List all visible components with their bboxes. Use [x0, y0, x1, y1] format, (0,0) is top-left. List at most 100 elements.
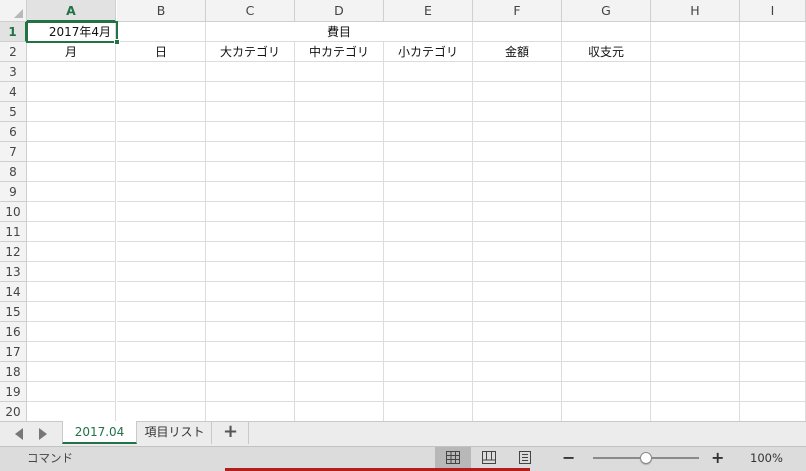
cell-d14[interactable]	[295, 282, 384, 302]
cell-c14[interactable]	[206, 282, 295, 302]
cell-f18[interactable]	[473, 362, 562, 382]
cell-c8[interactable]	[206, 162, 295, 182]
cell-c7[interactable]	[206, 142, 295, 162]
cell-b14[interactable]	[117, 282, 206, 302]
cell-d13[interactable]	[295, 262, 384, 282]
select-all-corner[interactable]	[0, 0, 27, 22]
row-header-8[interactable]: 8	[0, 162, 27, 182]
column-header-e[interactable]: E	[384, 0, 473, 22]
fill-handle[interactable]	[114, 39, 120, 45]
cell-a7[interactable]	[27, 142, 116, 162]
cell-g9[interactable]	[562, 182, 651, 202]
column-header-f[interactable]: F	[473, 0, 562, 22]
cell-g15[interactable]	[562, 302, 651, 322]
column-header-c[interactable]: C	[206, 0, 295, 22]
cell-a6[interactable]	[27, 122, 116, 142]
cell-d11[interactable]	[295, 222, 384, 242]
cell-c16[interactable]	[206, 322, 295, 342]
cell-g16[interactable]	[562, 322, 651, 342]
cell-g2[interactable]: 収支元	[562, 42, 651, 62]
cell-f10[interactable]	[473, 202, 562, 222]
cell-h8[interactable]	[651, 162, 740, 182]
cell-h11[interactable]	[651, 222, 740, 242]
cell-a17[interactable]	[27, 342, 116, 362]
cell-g11[interactable]	[562, 222, 651, 242]
row-header-19[interactable]: 19	[0, 382, 27, 402]
row-header-14[interactable]: 14	[0, 282, 27, 302]
cell-h13[interactable]	[651, 262, 740, 282]
cell-f17[interactable]	[473, 342, 562, 362]
cell-a10[interactable]	[27, 202, 116, 222]
cell-a3[interactable]	[27, 62, 116, 82]
cell-h19[interactable]	[651, 382, 740, 402]
cell-h1[interactable]	[651, 22, 740, 42]
cell-e15[interactable]	[384, 302, 473, 322]
cell-g10[interactable]	[562, 202, 651, 222]
tab-scroll-left-icon[interactable]	[15, 428, 23, 440]
cell-a18[interactable]	[27, 362, 116, 382]
cell-a4[interactable]	[27, 82, 116, 102]
cell-b19[interactable]	[117, 382, 206, 402]
column-header-i[interactable]: I	[740, 0, 806, 22]
cell-c5[interactable]	[206, 102, 295, 122]
cell-h2[interactable]	[651, 42, 740, 62]
row-header-15[interactable]: 15	[0, 302, 27, 322]
row-header-3[interactable]: 3	[0, 62, 27, 82]
cell-f15[interactable]	[473, 302, 562, 322]
cell-h9[interactable]	[651, 182, 740, 202]
cell-i18[interactable]	[740, 362, 806, 382]
cell-b12[interactable]	[117, 242, 206, 262]
cell-a15[interactable]	[27, 302, 116, 322]
cell-c17[interactable]	[206, 342, 295, 362]
cell-e3[interactable]	[384, 62, 473, 82]
cell-e6[interactable]	[384, 122, 473, 142]
cell-f14[interactable]	[473, 282, 562, 302]
cell-h14[interactable]	[651, 282, 740, 302]
cell-h20[interactable]	[651, 402, 740, 421]
cell-d4[interactable]	[295, 82, 384, 102]
cell-e7[interactable]	[384, 142, 473, 162]
cell-a20[interactable]	[27, 402, 116, 421]
cell-e17[interactable]	[384, 342, 473, 362]
row-header-9[interactable]: 9	[0, 182, 27, 202]
cell-b7[interactable]	[117, 142, 206, 162]
cell-g8[interactable]	[562, 162, 651, 182]
cell-f13[interactable]	[473, 262, 562, 282]
cell-f6[interactable]	[473, 122, 562, 142]
cell-d16[interactable]	[295, 322, 384, 342]
cell-h18[interactable]	[651, 362, 740, 382]
cell-i16[interactable]	[740, 322, 806, 342]
cell-g6[interactable]	[562, 122, 651, 142]
cell-a12[interactable]	[27, 242, 116, 262]
cell-a14[interactable]	[27, 282, 116, 302]
cell-i8[interactable]	[740, 162, 806, 182]
cell-d20[interactable]	[295, 402, 384, 421]
cell-i3[interactable]	[740, 62, 806, 82]
cell-d19[interactable]	[295, 382, 384, 402]
tab-scroll-right-icon[interactable]	[39, 428, 47, 440]
cell-i1[interactable]	[740, 22, 806, 42]
cell-d2[interactable]: 中カテゴリ	[295, 42, 384, 62]
cell-b8[interactable]	[117, 162, 206, 182]
cell-i6[interactable]	[740, 122, 806, 142]
cell-a13[interactable]	[27, 262, 116, 282]
cell-g12[interactable]	[562, 242, 651, 262]
cell-h15[interactable]	[651, 302, 740, 322]
add-sheet-button[interactable]: +	[213, 421, 249, 444]
cell-c19[interactable]	[206, 382, 295, 402]
cell-h16[interactable]	[651, 322, 740, 342]
cell-f11[interactable]	[473, 222, 562, 242]
cell-b13[interactable]	[117, 262, 206, 282]
cell-i10[interactable]	[740, 202, 806, 222]
zoom-slider-thumb[interactable]	[640, 452, 652, 464]
cell-d12[interactable]	[295, 242, 384, 262]
cell-c2[interactable]: 大カテゴリ	[206, 42, 295, 62]
cell-d18[interactable]	[295, 362, 384, 382]
cell-f2[interactable]: 金額	[473, 42, 562, 62]
cell-a16[interactable]	[27, 322, 116, 342]
cell-h7[interactable]	[651, 142, 740, 162]
cell-b11[interactable]	[117, 222, 206, 242]
row-header-20[interactable]: 20	[0, 402, 27, 421]
cell-c4[interactable]	[206, 82, 295, 102]
cell-b20[interactable]	[117, 402, 206, 421]
